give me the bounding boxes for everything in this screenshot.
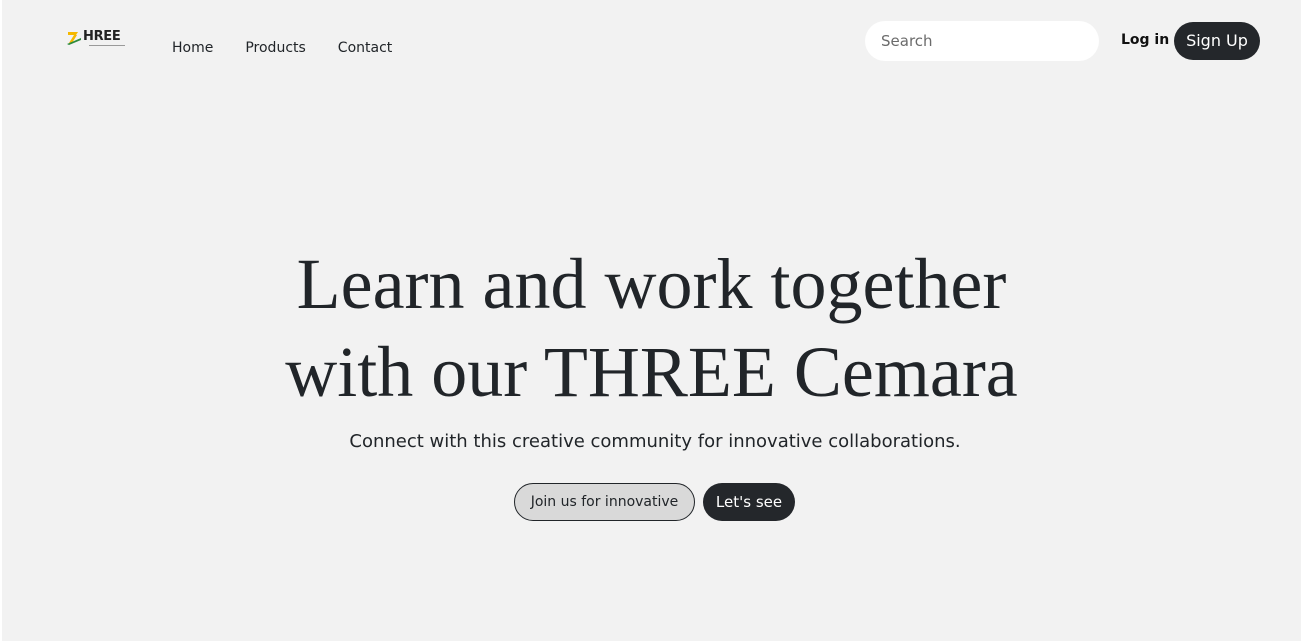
nav-link-contact[interactable]: Contact	[338, 38, 392, 58]
page: HREE Home Products Contact Log in Sign U…	[2, 0, 1301, 641]
main-nav: Home Products Contact	[172, 38, 392, 58]
hero-title-line-1: Learn and work together	[296, 244, 1007, 324]
logo-underline	[89, 45, 125, 46]
hero-title-line-2: with our THREE Cemara	[285, 332, 1018, 412]
nav-link-products[interactable]: Products	[245, 38, 305, 58]
hero-title: Learn and work together with our THREE C…	[2, 240, 1301, 416]
three-logo-icon	[67, 29, 85, 45]
hero-actions: Join us for innovative Let's see	[514, 483, 795, 521]
logo-text: HREE	[83, 29, 121, 44]
brand-logo[interactable]: HREE	[67, 29, 129, 49]
lets-see-button[interactable]: Let's see	[703, 483, 795, 521]
login-link[interactable]: Log in	[1121, 30, 1169, 50]
join-button[interactable]: Join us for innovative	[514, 483, 695, 521]
search-input[interactable]	[865, 21, 1099, 61]
hero-subtitle: Connect with this creative community for…	[349, 431, 961, 452]
signup-button[interactable]: Sign Up	[1174, 22, 1260, 60]
nav-link-home[interactable]: Home	[172, 38, 213, 58]
